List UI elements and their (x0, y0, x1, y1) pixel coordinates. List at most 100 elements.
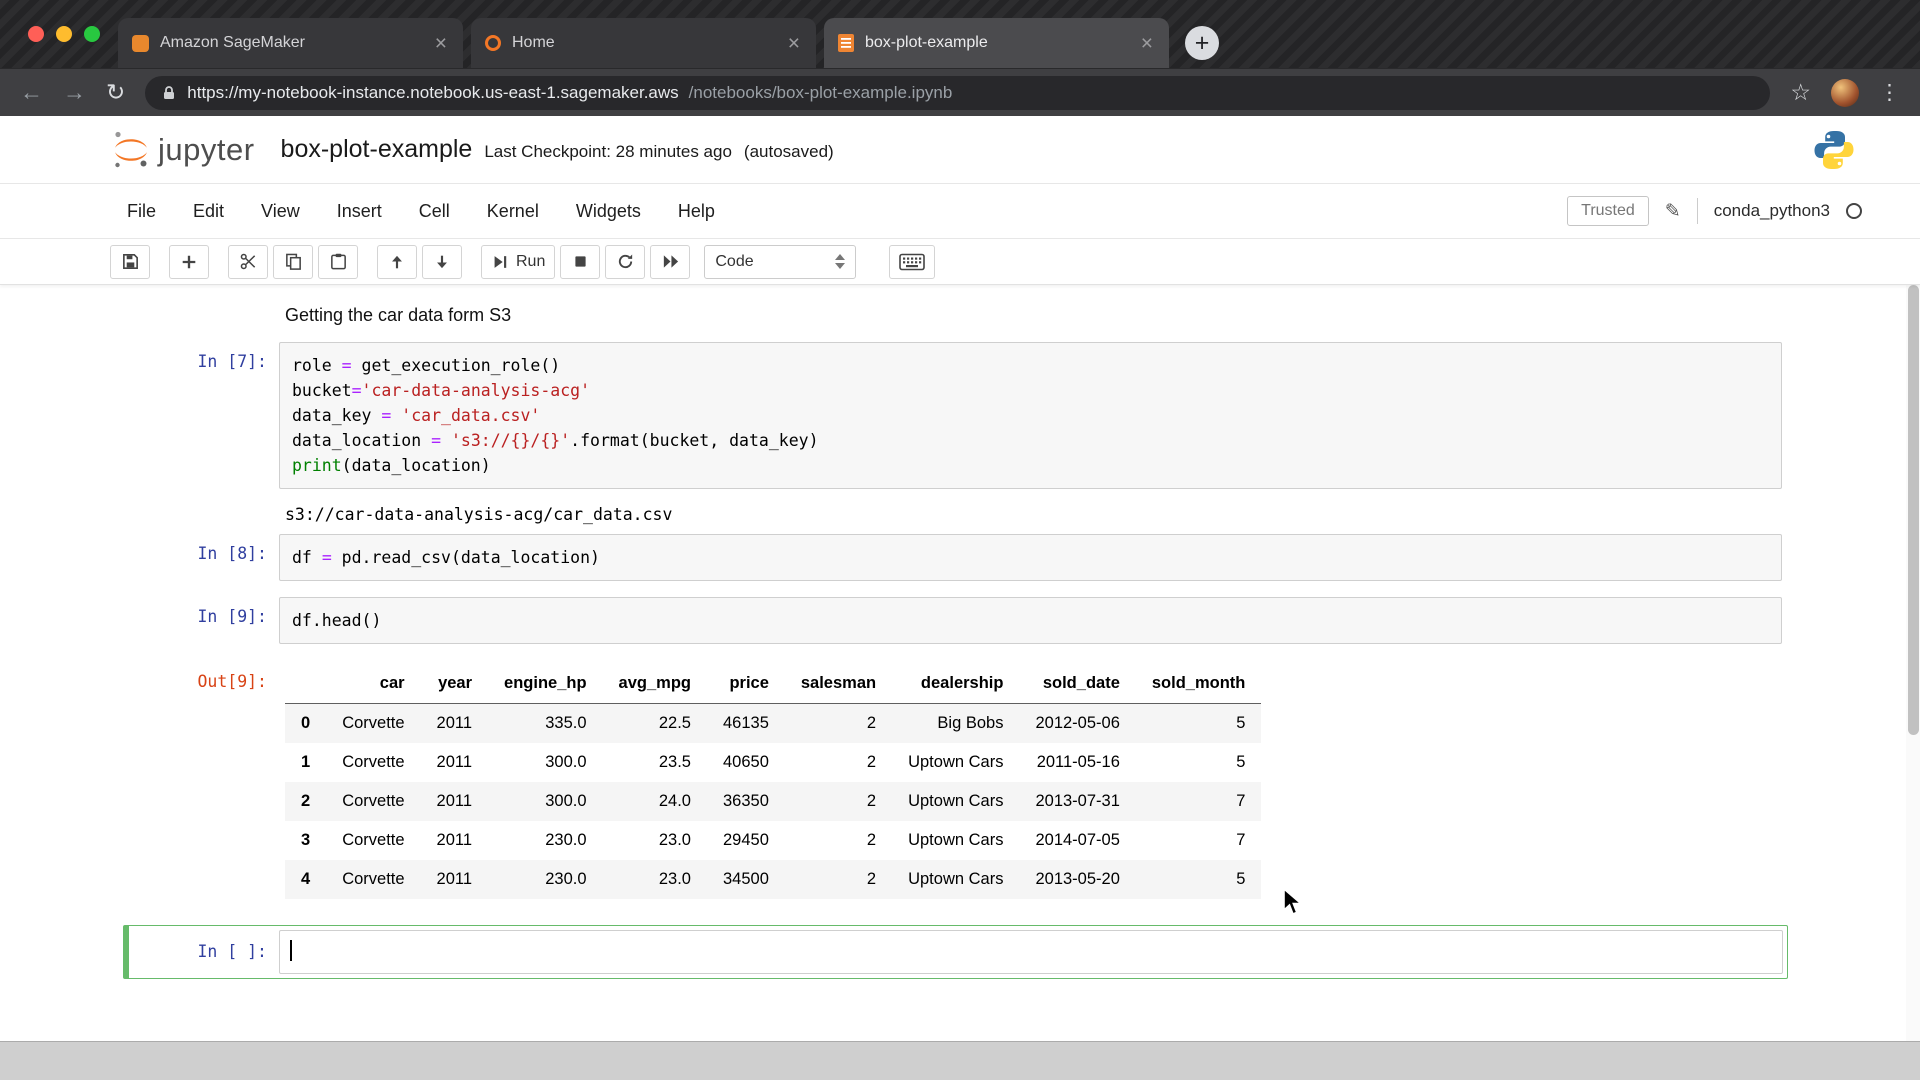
address-bar[interactable]: https://my-notebook-instance.notebook.us… (145, 75, 1771, 110)
table-cell: 2011 (436, 714, 473, 732)
empty-code-cell-selected[interactable]: In [ ]: (123, 925, 1788, 979)
table-cell: 2014-07-05 (1035, 831, 1120, 849)
bookmark-star-icon[interactable]: ☆ (1790, 81, 1811, 104)
table-cell: 2 (866, 753, 877, 771)
input-prompt: In [8]: (197, 544, 267, 563)
table-cell: Corvette (342, 870, 405, 888)
table-cell: 2011 (436, 870, 473, 888)
menu-cell[interactable]: Cell (419, 201, 450, 222)
table-cell: 46135 (722, 714, 769, 732)
code-input-empty[interactable] (279, 930, 1783, 974)
window-close-button[interactable] (28, 26, 44, 42)
table-cell: 230.0 (545, 870, 587, 888)
table-cell: 2011 (436, 831, 473, 849)
command-palette-button[interactable] (889, 244, 936, 279)
table-row: 0 Corvette 2011 335.0 22.5 46135 2 Big Bobs 2012… (285, 703, 1262, 743)
menu-view[interactable]: View (261, 201, 300, 222)
code-input[interactable]: role = get_execution_role() bucket='car-d… (279, 342, 1782, 489)
dataframe-table: car year engine_hp avg_mpg price salesman deal… (285, 664, 1262, 899)
markdown-cell[interactable]: Getting the car data form S3 (285, 305, 1768, 326)
table-cell: 7 (1236, 792, 1246, 810)
close-tab-icon[interactable]: × (1139, 33, 1155, 54)
output-prompt: Out[9]: (197, 672, 267, 691)
table-cell: Uptown Cars (908, 831, 1004, 849)
code-input[interactable]: df.head() (279, 597, 1782, 644)
row-index: 1 (301, 753, 311, 771)
menu-kernel[interactable]: Kernel (487, 201, 539, 222)
notebook-file-icon (838, 34, 854, 52)
forward-icon[interactable]: → (63, 81, 86, 104)
menu-widgets[interactable]: Widgets (576, 201, 641, 222)
window-zoom-button[interactable] (84, 26, 100, 42)
kernel-name[interactable]: conda_python3 (1714, 201, 1830, 221)
tab-box-plot-example[interactable]: box-plot-example × (824, 18, 1169, 68)
table-cell: 2012-05-06 (1035, 714, 1120, 732)
reload-icon[interactable]: ↻ (106, 81, 125, 104)
edit-pencil-icon[interactable]: ✎ (1665, 200, 1681, 223)
menu-edit[interactable]: Edit (193, 201, 224, 222)
table-cell: 2011-05-16 (1036, 753, 1120, 771)
table-cell: 5 (1236, 714, 1246, 732)
input-prompt: In [9]: (197, 607, 267, 626)
output-area: car year engine_hp avg_mpg price salesman deal… (279, 662, 1782, 899)
menu-file[interactable]: File (127, 201, 156, 222)
row-index: 0 (301, 714, 311, 732)
restart-kernel-button[interactable] (605, 244, 646, 279)
menu-help[interactable]: Help (678, 201, 715, 222)
restart-run-all-button[interactable] (650, 244, 691, 279)
jupyter-logo[interactable]: jupyter (110, 129, 255, 171)
row-index: 2 (301, 792, 311, 810)
interrupt-kernel-button[interactable] (560, 244, 601, 279)
column-header: sold_date (1019, 664, 1136, 704)
run-cell-button[interactable]: Run (481, 244, 556, 279)
move-cell-up-button[interactable] (377, 244, 417, 279)
jupyter-header: jupyter box-plot-example Last Checkpoint… (0, 116, 1920, 184)
trusted-badge[interactable]: Trusted (1567, 196, 1649, 226)
close-tab-icon[interactable]: × (433, 33, 449, 54)
close-tab-icon[interactable]: × (786, 33, 802, 54)
table-cell: 5 (1236, 753, 1246, 771)
row-index: 3 (301, 831, 311, 849)
table-row: 1 Corvette 2011 300.0 23.5 40650 2 Uptown Cars 2… (285, 743, 1261, 782)
back-icon[interactable]: ← (20, 81, 43, 104)
table-cell: Uptown Cars (908, 792, 1004, 810)
menu-insert[interactable]: Insert (337, 201, 382, 222)
move-cell-down-button[interactable] (422, 244, 462, 279)
text-cursor (290, 940, 292, 961)
copy-cell-button[interactable] (273, 244, 313, 279)
table-cell: Corvette (342, 753, 405, 771)
tab-label: Home (512, 34, 555, 51)
table-cell: 23.0 (658, 870, 691, 888)
code-cell-9[interactable]: In [9]: df.head() (129, 597, 1782, 644)
tab-amazon-sagemaker[interactable]: Amazon SageMaker × (118, 18, 463, 68)
window-controls (28, 26, 100, 42)
tab-label: Amazon SageMaker (160, 34, 305, 51)
table-cell: 2 (866, 714, 877, 732)
tab-home[interactable]: Home × (471, 18, 816, 68)
add-cell-button[interactable] (169, 244, 209, 279)
code-cell-8[interactable]: In [8]: df = pd.read_csv(data_location) (129, 534, 1782, 581)
code-line: print(data_location) (292, 456, 491, 475)
window-minimize-button[interactable] (56, 26, 72, 42)
scrollbar-track[interactable] (1906, 285, 1920, 1041)
browser-tab-strip: Amazon SageMaker × Home × box-plot-examp… (0, 0, 1920, 68)
save-button[interactable] (110, 244, 150, 279)
table-cell: 22.5 (658, 714, 691, 732)
new-tab-button[interactable]: + (1185, 26, 1219, 60)
code-input[interactable]: df = pd.read_csv(data_location) (279, 534, 1782, 581)
table-cell: 5 (1236, 870, 1246, 888)
scrollbar-thumb[interactable] (1908, 285, 1919, 735)
table-cell: Uptown Cars (908, 753, 1004, 771)
python-kernel-logo (1812, 128, 1856, 172)
code-cell-7[interactable]: In [7]: role = get_execution_role() bucke… (129, 342, 1782, 489)
profile-avatar[interactable] (1831, 78, 1859, 107)
select-carets-icon (835, 254, 846, 269)
cut-cell-button[interactable] (228, 244, 268, 279)
table-cell: 23.5 (658, 753, 691, 771)
notebook-title[interactable]: box-plot-example (281, 135, 473, 164)
cell-type-select[interactable]: Code (704, 244, 857, 279)
sagemaker-icon (132, 34, 149, 52)
browser-menu-icon[interactable]: ⋮ (1879, 82, 1900, 103)
paste-cell-button[interactable] (318, 244, 358, 279)
table-cell: 2 (866, 792, 877, 810)
